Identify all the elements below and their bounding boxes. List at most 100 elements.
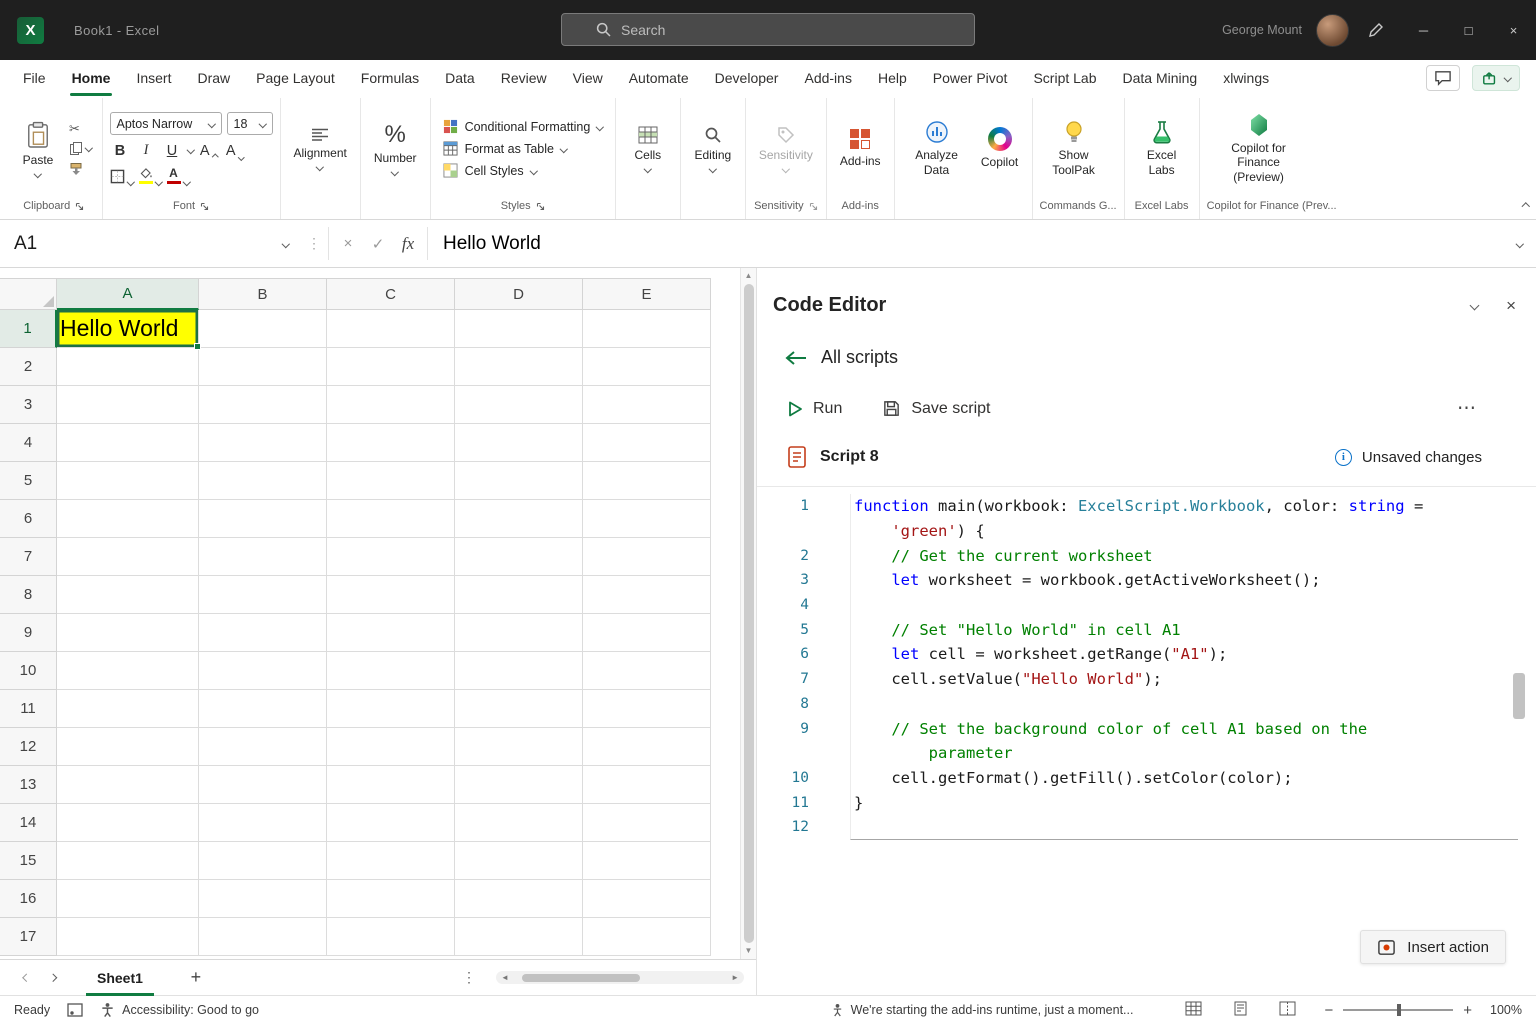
cell-E17[interactable] — [583, 918, 711, 956]
borders-button[interactable] — [110, 164, 134, 185]
cell-A17[interactable] — [57, 918, 199, 956]
sensitivity-dialog-launcher-icon[interactable] — [809, 202, 818, 211]
zoom-level[interactable]: 100% — [1482, 1003, 1522, 1017]
editing-button[interactable]: Editing — [688, 123, 738, 175]
vertical-scrollbar-thumb[interactable] — [744, 284, 754, 943]
row-header-14[interactable]: 14 — [0, 804, 57, 842]
cell-E15[interactable] — [583, 842, 711, 880]
cell-D12[interactable] — [455, 728, 583, 766]
cell-E1[interactable] — [583, 310, 711, 348]
cell-A9[interactable] — [57, 614, 199, 652]
scroll-left-icon[interactable]: ◄ — [496, 973, 514, 982]
cell-C1[interactable] — [327, 310, 455, 348]
ribbon-tab-power-pivot[interactable]: Power Pivot — [920, 60, 1021, 96]
name-box[interactable]: A1 — [0, 220, 300, 267]
cell-D11[interactable] — [455, 690, 583, 728]
more-options-button[interactable]: ⋯ — [1457, 397, 1478, 420]
cell-A14[interactable] — [57, 804, 199, 842]
cell-E16[interactable] — [583, 880, 711, 918]
cell-D6[interactable] — [455, 500, 583, 538]
scroll-up-icon[interactable]: ▲ — [745, 271, 753, 281]
row-header-5[interactable]: 5 — [0, 462, 57, 500]
row-header-17[interactable]: 17 — [0, 918, 57, 956]
ribbon-tab-formulas[interactable]: Formulas — [348, 60, 432, 96]
cell-D8[interactable] — [455, 576, 583, 614]
cell-C15[interactable] — [327, 842, 455, 880]
show-toolpak-button[interactable]: Show ToolPak — [1040, 117, 1108, 180]
fill-color-button[interactable] — [138, 164, 162, 185]
ribbon-tab-data[interactable]: Data — [432, 60, 488, 96]
number-button[interactable]: % Number — [368, 120, 423, 178]
cell-D10[interactable] — [455, 652, 583, 690]
cell-styles-button[interactable]: Cell Styles — [438, 161, 608, 180]
zoom-slider[interactable] — [1343, 1009, 1453, 1011]
cell-E13[interactable] — [583, 766, 711, 804]
cut-button[interactable]: ✂ — [69, 122, 92, 135]
cell-B4[interactable] — [199, 424, 327, 462]
font-size-combo[interactable]: 18 — [227, 112, 273, 135]
analyze-data-button[interactable]: Analyze Data — [902, 117, 972, 180]
copy-button[interactable] — [69, 141, 92, 156]
cell-C17[interactable] — [327, 918, 455, 956]
share-button[interactable] — [1472, 65, 1521, 91]
avatar[interactable] — [1316, 14, 1349, 47]
run-button[interactable]: Run — [787, 400, 842, 418]
cell-B5[interactable] — [199, 462, 327, 500]
cell-B9[interactable] — [199, 614, 327, 652]
new-sheet-button[interactable]: + — [182, 964, 210, 992]
zoom-in-button[interactable]: + — [1463, 1002, 1472, 1019]
ribbon-tab-script-lab[interactable]: Script Lab — [1020, 60, 1109, 96]
row-header-8[interactable]: 8 — [0, 576, 57, 614]
cell-A7[interactable] — [57, 538, 199, 576]
column-header-C[interactable]: C — [327, 278, 455, 310]
row-header-4[interactable]: 4 — [0, 424, 57, 462]
cell-B3[interactable] — [199, 386, 327, 424]
info-icon[interactable]: i — [1335, 449, 1352, 466]
cell-C4[interactable] — [327, 424, 455, 462]
copilot-finance-button[interactable]: Copilot for Finance (Preview) — [1207, 110, 1311, 187]
fill-handle[interactable] — [194, 343, 201, 350]
formula-input[interactable]: Hello World — [428, 220, 1517, 267]
column-header-D[interactable]: D — [455, 278, 583, 310]
cell-D16[interactable] — [455, 880, 583, 918]
code-line-2[interactable]: 2 // Get the current worksheet — [757, 543, 1536, 568]
bold-button[interactable]: B — [110, 139, 131, 160]
row-header-3[interactable]: 3 — [0, 386, 57, 424]
underline-button[interactable]: U — [162, 139, 183, 160]
row-header-7[interactable]: 7 — [0, 538, 57, 576]
ribbon-tab-file[interactable]: File — [10, 60, 59, 96]
cell-C12[interactable] — [327, 728, 455, 766]
page-break-view-button[interactable] — [1279, 1001, 1296, 1019]
code-line-8[interactable]: 8 — [757, 692, 1536, 717]
cell-D17[interactable] — [455, 918, 583, 956]
ribbon-tab-xlwings[interactable]: xlwings — [1210, 60, 1282, 96]
zoom-slider-thumb[interactable] — [1397, 1004, 1401, 1016]
excel-logo-icon[interactable]: X — [17, 17, 44, 44]
row-header-12[interactable]: 12 — [0, 728, 57, 766]
cell-A10[interactable] — [57, 652, 199, 690]
sheet-tab-sheet1[interactable]: Sheet1 — [80, 960, 160, 996]
formula-bar-grip-icon[interactable]: ⋮ — [300, 220, 328, 267]
cell-C7[interactable] — [327, 538, 455, 576]
horizontal-scrollbar-thumb[interactable] — [522, 974, 640, 982]
sheet-bar-grip-icon[interactable]: ⋮ — [462, 969, 476, 986]
code-editor-content[interactable]: 1function main(workbook: ExcelScript.Wor… — [757, 486, 1536, 840]
all-scripts-back-button[interactable]: All scripts — [785, 347, 1536, 368]
ribbon-tab-help[interactable]: Help — [865, 60, 920, 96]
cell-B15[interactable] — [199, 842, 327, 880]
cell-D1[interactable] — [455, 310, 583, 348]
row-header-6[interactable]: 6 — [0, 500, 57, 538]
row-header-2[interactable]: 2 — [0, 348, 57, 386]
cell-E4[interactable] — [583, 424, 711, 462]
row-header-13[interactable]: 13 — [0, 766, 57, 804]
increase-font-button[interactable]: A — [198, 139, 219, 160]
cell-C8[interactable] — [327, 576, 455, 614]
cell-E7[interactable] — [583, 538, 711, 576]
cell-D9[interactable] — [455, 614, 583, 652]
ribbon-tab-insert[interactable]: Insert — [123, 60, 184, 96]
underline-chevron-icon[interactable] — [186, 146, 194, 154]
cell-E2[interactable] — [583, 348, 711, 386]
cell-B13[interactable] — [199, 766, 327, 804]
normal-view-button[interactable] — [1185, 1001, 1202, 1019]
decrease-font-button[interactable]: A — [224, 139, 245, 160]
